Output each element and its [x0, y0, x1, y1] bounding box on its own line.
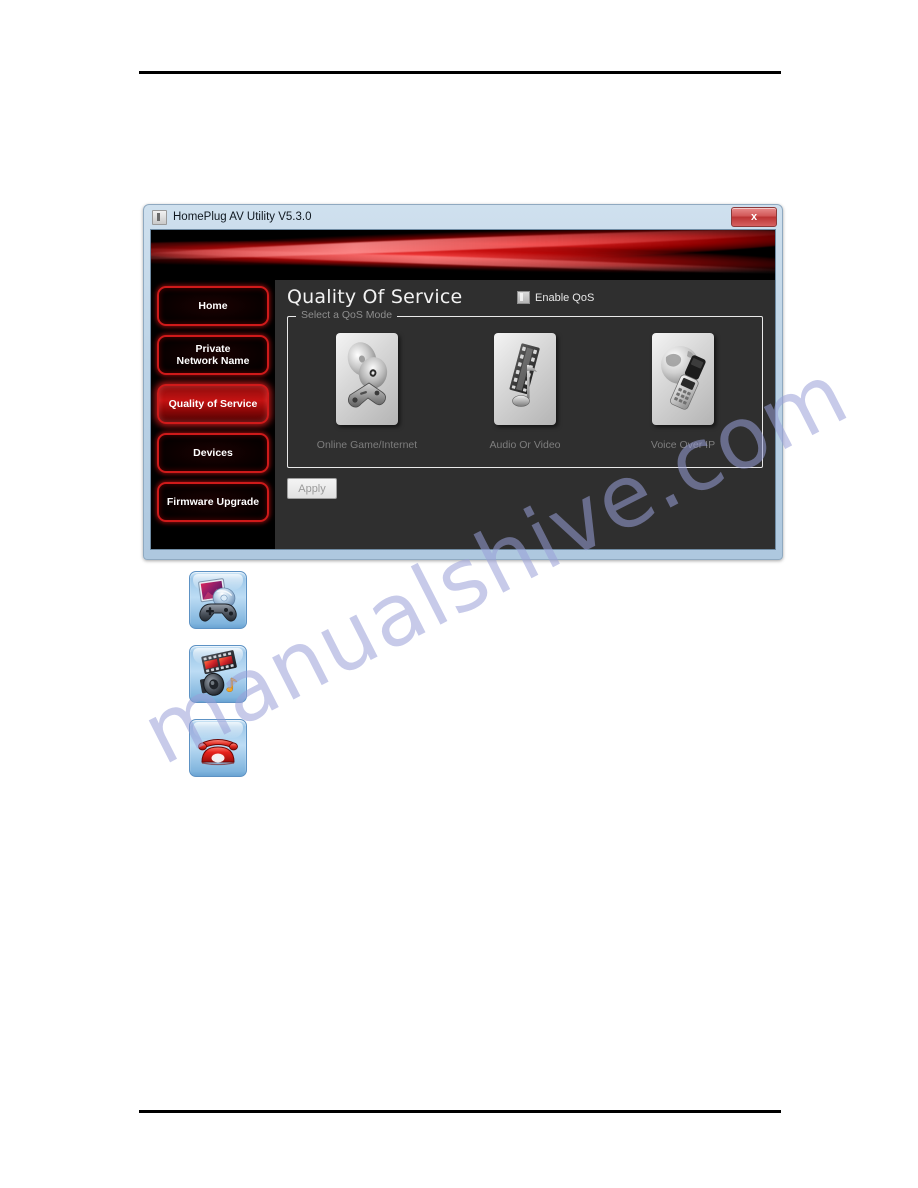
- legend-icon-list: [189, 571, 247, 793]
- window-titlebar[interactable]: HomePlug AV Utility V5.3.0 x: [144, 205, 782, 229]
- qos-mode-list: Online Game/Internet Audio Or Video Voic…: [288, 333, 762, 451]
- online-game-internet-icon: [189, 571, 247, 629]
- sidebar-item-label: Private Network Name: [177, 343, 250, 368]
- titlebar-ghost-text-right: [683, 211, 692, 223]
- page-header-rule: [139, 71, 781, 74]
- brand-banner: [151, 230, 775, 280]
- enable-qos-control[interactable]: Enable QoS: [517, 291, 594, 304]
- sidebar-item-label: Devices: [193, 446, 233, 459]
- sidebar-item-private-network-name[interactable]: Private Network Name: [157, 335, 269, 375]
- film-note-icon[interactable]: [494, 333, 556, 425]
- qos-mode-online-game-internet[interactable]: Online Game/Internet: [302, 333, 432, 451]
- sidebar-item-devices[interactable]: Devices: [157, 433, 269, 473]
- apply-button[interactable]: Apply: [287, 478, 337, 499]
- game-disc-icon[interactable]: [336, 333, 398, 425]
- watermark: manualshive.com: [127, 344, 863, 980]
- audio-video-icon: [189, 645, 247, 703]
- content-panel: Quality Of Service Enable QoS Select a Q…: [275, 280, 775, 549]
- qos-mode-groupbox: Select a QoS Mode Online Game/Internet A…: [287, 309, 763, 468]
- page-footer-rule: [139, 1110, 781, 1113]
- sidebar-item-label-line1: Private: [195, 342, 231, 355]
- window-title: HomePlug AV Utility V5.3.0: [173, 211, 312, 223]
- sidebar-nav: Home Private Network Name Quality of Ser…: [151, 280, 275, 549]
- sidebar-item-label-line2: Network Name: [176, 355, 250, 367]
- globe-phone-icon[interactable]: [652, 333, 714, 425]
- sidebar-item-label: Firmware Upgrade: [166, 495, 260, 508]
- titlebar-ghost-text-left: [326, 211, 344, 223]
- sidebar-item-quality-of-service[interactable]: Quality of Service: [157, 384, 269, 424]
- banner-fade: [151, 266, 775, 280]
- enable-qos-checkbox[interactable]: [517, 291, 530, 304]
- qos-mode-audio-or-video[interactable]: Audio Or Video: [460, 333, 590, 451]
- enable-qos-label: Enable QoS: [535, 291, 595, 304]
- sidebar-item-label: Quality of Service: [168, 397, 258, 410]
- qos-mode-voice-over-ip[interactable]: Voice Over IP: [618, 333, 748, 451]
- sidebar-item-home[interactable]: Home: [157, 286, 269, 326]
- voice-over-ip-icon: [189, 719, 247, 777]
- page-title: Quality Of Service: [287, 286, 463, 308]
- close-button[interactable]: x: [731, 207, 777, 227]
- sidebar-item-firmware-upgrade[interactable]: Firmware Upgrade: [157, 482, 269, 522]
- qos-mode-label: Online Game/Internet: [316, 439, 418, 451]
- qos-mode-groupbox-legend: Select a QoS Mode: [296, 309, 398, 321]
- window-body: Home Private Network Name Quality of Ser…: [151, 280, 775, 549]
- app-icon: [152, 209, 167, 225]
- sidebar-item-label: Home: [198, 299, 228, 312]
- qos-mode-label: Audio Or Video: [489, 439, 561, 451]
- qos-mode-label: Voice Over IP: [650, 439, 716, 451]
- window-client-area: Home Private Network Name Quality of Ser…: [150, 229, 776, 550]
- application-window: HomePlug AV Utility V5.3.0 x Home Privat…: [143, 204, 783, 560]
